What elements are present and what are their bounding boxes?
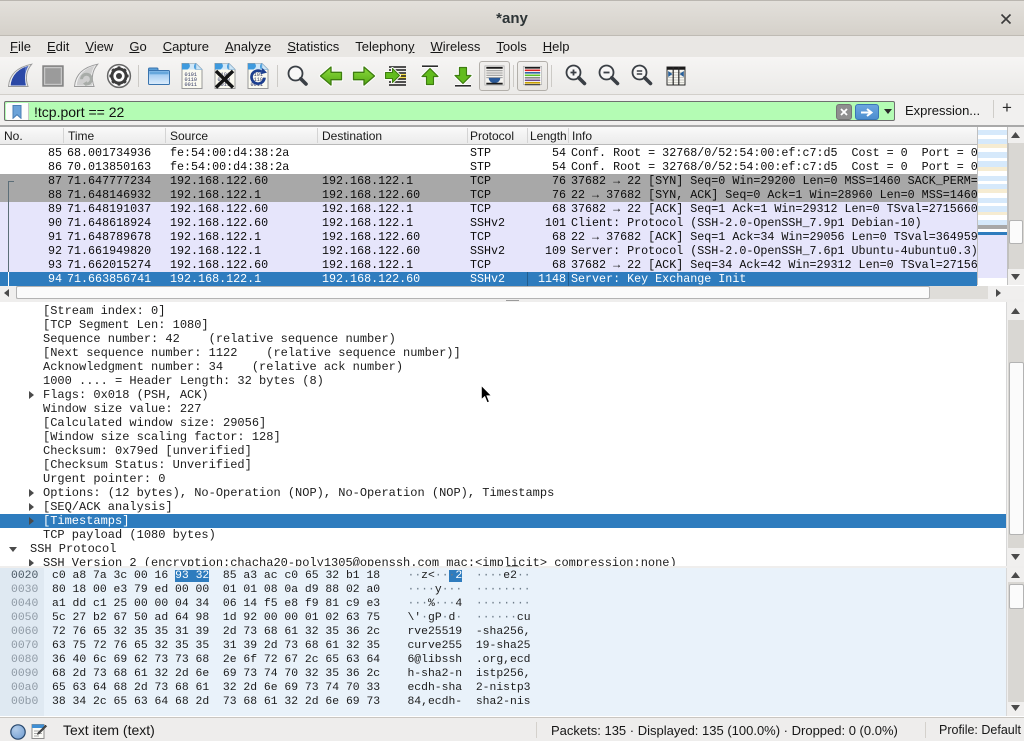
svg-text:0011: 0011	[184, 82, 196, 88]
